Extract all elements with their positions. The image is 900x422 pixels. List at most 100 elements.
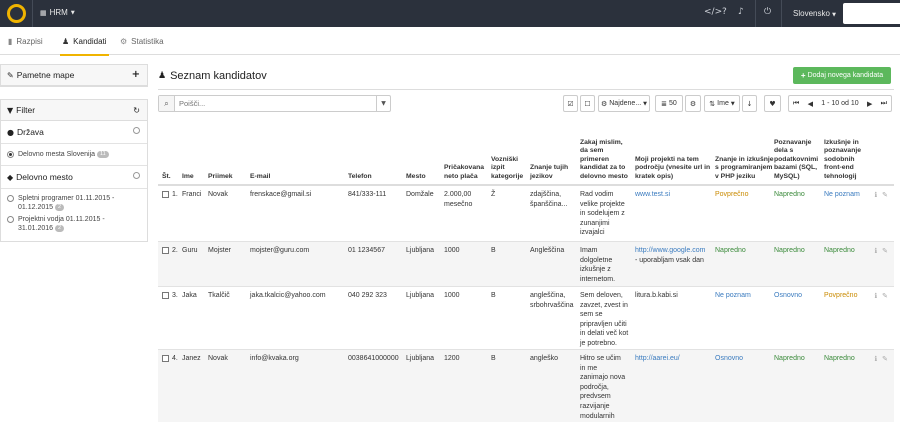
- edit-icon[interactable]: ✎: [882, 292, 888, 300]
- cell-zakaj: Imam dolgoletne izkušnje z internetom.: [580, 247, 616, 283]
- cell-php: Napredno: [715, 247, 746, 254]
- filter-option[interactable]: Delovno mesta Slovenija 11: [7, 150, 141, 159]
- header-email[interactable]: E-mail: [250, 173, 270, 181]
- chevron-down-icon: ▼: [70, 9, 75, 16]
- cell-projekti: litura.b.kabi.si: [635, 292, 678, 299]
- cell-izpit: B: [491, 355, 496, 362]
- last-page-icon[interactable]: ⏭: [881, 99, 887, 108]
- chevron-down-icon: ▼: [832, 12, 837, 18]
- page-size-dropdown[interactable]: ≣ 50: [655, 95, 683, 112]
- header-placa[interactable]: Pričakovana neto plača: [444, 164, 488, 181]
- info-icon[interactable]: ℹ: [874, 247, 877, 255]
- cell-st: 3.: [172, 292, 178, 299]
- cell-email: jaka.tkalcic@yahoo.com: [250, 292, 326, 299]
- edit-icon[interactable]: ✎: [882, 355, 888, 363]
- header-php[interactable]: Znanje in izkušnje s programiranjem v PH…: [715, 156, 775, 181]
- row-checkbox[interactable]: [162, 247, 169, 254]
- row-checkbox[interactable]: [162, 355, 169, 362]
- saved-maps-header[interactable]: ✎ Pametne mape +: [1, 65, 147, 86]
- prev-page-icon[interactable]: ◀: [808, 100, 813, 108]
- language-label: Slovensko: [793, 9, 830, 18]
- cell-telefon: 841/333-111: [348, 191, 387, 198]
- bell-icon[interactable]: ♪: [738, 7, 744, 17]
- cell-projekti-link[interactable]: http://www.google.com: [635, 247, 705, 254]
- deselect-button[interactable]: ☐: [580, 95, 595, 112]
- found-filter-dropdown[interactable]: ⚙ Najdene... ▼: [598, 95, 650, 112]
- header-mesto[interactable]: Mesto: [406, 173, 426, 181]
- arrow-down-icon: ↓: [746, 99, 753, 108]
- help-icon[interactable]: ?: [722, 7, 727, 17]
- filter-option[interactable]: Spletni programer 01.11.2015 -01.12.2015…: [7, 194, 141, 212]
- cell-email: info@kvaka.org: [250, 355, 299, 362]
- select-all-button[interactable]: ☑: [563, 95, 578, 112]
- table-row[interactable]: 3. Jaka Tkalčič jaka.tkalcic@yahoo.com 0…: [158, 287, 894, 350]
- edit-icon[interactable]: ✎: [882, 247, 888, 255]
- bookmark-icon: ✎: [7, 70, 14, 80]
- favorites-button[interactable]: ♥: [764, 95, 781, 112]
- reset-icon[interactable]: ↻: [133, 106, 140, 115]
- cell-frontend: Ne poznam: [824, 191, 860, 198]
- cell-projekti-link[interactable]: www.test.si: [635, 190, 670, 200]
- table-row[interactable]: 4. Janez Novak info@kvaka.org 0038641000…: [158, 350, 894, 422]
- saved-maps-panel: ✎ Pametne mape +: [0, 64, 148, 87]
- cell-ime: Guru: [182, 247, 198, 254]
- radio[interactable]: [7, 195, 14, 202]
- app-switcher[interactable]: ▦ HRM ▼: [40, 8, 75, 17]
- header-zakaj[interactable]: Zakaj mislim, da sem primeren kandidat z…: [580, 139, 632, 181]
- filter-group-title[interactable]: ● Država: [7, 125, 141, 139]
- add-icon[interactable]: +: [132, 69, 140, 80]
- chevron-down-icon[interactable]: ▼: [376, 96, 390, 111]
- top-search-box[interactable]: [843, 3, 900, 24]
- tab-razpisi[interactable]: ▮ Razpisi: [8, 27, 43, 55]
- add-candidate-button[interactable]: + Dodaj novega kandidata: [793, 67, 891, 84]
- filter-option[interactable]: Projektni vodja 01.11.2015 -31.01.2016 2: [7, 215, 141, 233]
- cell-mesto: Ljubljana: [406, 247, 435, 254]
- app-logo[interactable]: [7, 4, 26, 23]
- sort-direction-button[interactable]: ↓: [742, 95, 757, 112]
- table-row[interactable]: 1. Franci Novak frenskace@gmail.si 841/3…: [158, 186, 894, 242]
- cell-projekti-link[interactable]: http://aarei.eu/: [635, 354, 680, 364]
- search-input[interactable]: [175, 96, 376, 111]
- tab-statistika[interactable]: ⚙ Statistika: [120, 27, 164, 55]
- header-priimek[interactable]: Priimek: [208, 173, 233, 181]
- radio[interactable]: [7, 216, 14, 223]
- sort-dropdown[interactable]: ⇅ Ime ▼: [704, 95, 740, 112]
- cell-priimek: Mojster: [208, 247, 231, 254]
- group-radio[interactable]: [133, 127, 140, 134]
- cell-sql: Napredno: [774, 247, 805, 254]
- header-izpit[interactable]: Vozniški izpit kategorije: [491, 156, 529, 181]
- radio-checked[interactable]: [7, 151, 14, 158]
- settings-button[interactable]: ⚙: [685, 95, 701, 112]
- header-ime[interactable]: Ime: [182, 173, 194, 181]
- first-page-icon[interactable]: ⏮: [793, 99, 799, 108]
- search-icon: ⌕: [159, 96, 175, 111]
- code-icon[interactable]: </>: [704, 7, 722, 17]
- edit-icon[interactable]: ✎: [882, 191, 888, 199]
- row-checkbox[interactable]: [162, 292, 169, 299]
- next-page-icon[interactable]: ▶: [867, 100, 872, 108]
- user-icon: ♟: [158, 71, 167, 81]
- filter-group-title[interactable]: ◆ Delovno mesto: [7, 170, 141, 184]
- row-checkbox[interactable]: [162, 191, 169, 198]
- power-icon[interactable]: ⏻: [764, 7, 771, 17]
- language-switcher[interactable]: Slovensko ▼: [793, 9, 836, 18]
- header-jeziki[interactable]: Znanje tujih jezikov: [530, 164, 578, 181]
- option-label: Projektni vodja 01.11.2015 -31.01.2016 2: [18, 216, 105, 232]
- table-row[interactable]: 2. Guru Mojster mojster@guru.com 01 1234…: [158, 242, 894, 287]
- mesto-label: Delovno mesto: [16, 172, 73, 182]
- search-group: ⌕ ▼: [158, 95, 391, 112]
- header-st[interactable]: Št.: [162, 173, 171, 181]
- header-frontend[interactable]: Izkušnje in poznavanje sodobnih front-en…: [824, 139, 870, 181]
- group-radio[interactable]: [133, 172, 140, 179]
- sidebar: ✎ Pametne mape + ▼ Filter ↻ ● Država Del…: [0, 64, 148, 242]
- header-sql[interactable]: Poznavanje dela s podatkovnimi bazami (S…: [774, 139, 824, 181]
- header-telefon[interactable]: Telefon: [348, 173, 372, 181]
- info-icon[interactable]: ℹ: [874, 292, 877, 300]
- count-badge: 2: [55, 224, 65, 232]
- header-projekti[interactable]: Moji projekti na tem področju (vnesite u…: [635, 156, 713, 181]
- cell-php: Ne poznam: [715, 292, 751, 299]
- info-icon[interactable]: ℹ: [874, 191, 877, 199]
- info-icon[interactable]: ℹ: [874, 355, 877, 363]
- tab-kandidati[interactable]: ♟ Kandidati: [60, 27, 109, 56]
- filter-option-row: Delovno mesta Slovenija 11: [1, 144, 147, 165]
